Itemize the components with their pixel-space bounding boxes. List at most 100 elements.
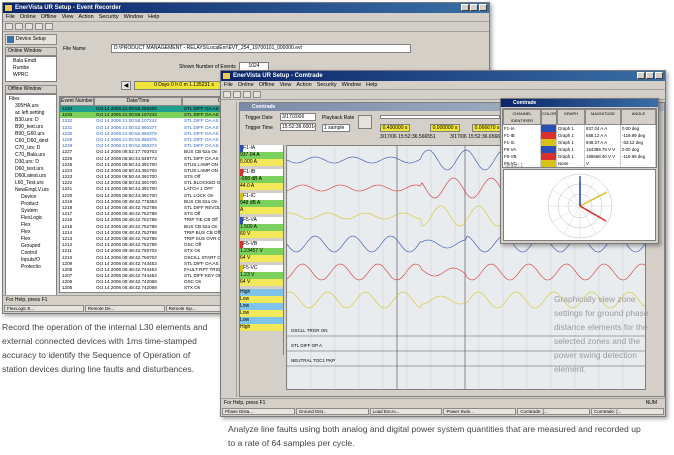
- menu-action[interactable]: Action: [78, 13, 93, 21]
- help-icon[interactable]: [45, 23, 53, 30]
- color-swatch: [541, 125, 557, 132]
- color-swatch: [541, 146, 557, 153]
- tree-item[interactable]: C60_D60_dest: [7, 138, 55, 145]
- menu-offline[interactable]: Offline: [259, 81, 275, 89]
- tree-item[interactable]: NewEmpLV.urs: [7, 187, 55, 194]
- menu-file[interactable]: File: [224, 81, 233, 89]
- tree-item[interactable]: Inputs/O: [7, 257, 55, 264]
- taskbar-button[interactable]: Power Swin...: [443, 408, 517, 415]
- menu-online[interactable]: Online: [20, 13, 36, 21]
- tree-item[interactable]: ac left setting: [7, 110, 55, 117]
- open-icon[interactable]: [233, 91, 241, 98]
- tree-item[interactable]: Bala Emdt: [7, 58, 55, 65]
- tree-item[interactable]: Rumbe: [7, 65, 55, 72]
- tree-item[interactable]: Protectio: [7, 264, 55, 271]
- taskbar-button[interactable]: Comtrade: [...: [517, 408, 591, 415]
- channel-group[interactable]: F5-VA 1.500 A 60 V: [240, 217, 283, 238]
- zoom-icon[interactable]: [358, 115, 372, 129]
- minimize-button[interactable]: [637, 72, 645, 79]
- phasor-titlebar[interactable]: Comtrade: [501, 99, 658, 107]
- save-icon[interactable]: [243, 91, 251, 98]
- menu-offline[interactable]: Offline: [41, 13, 57, 21]
- menu-view[interactable]: View: [280, 81, 292, 89]
- tree-item[interactable]: D60_test.urs: [7, 166, 55, 173]
- channel-group[interactable]: F1-IA 937.04 A 5.000 A: [240, 145, 283, 166]
- tree-item[interactable]: 305HA.urs: [7, 103, 55, 110]
- online-window-header: Online Window: [5, 47, 57, 56]
- table-row[interactable]: F5-VB Graph 1 189568.40 V V -119.99 deg: [503, 153, 656, 160]
- print-icon[interactable]: [253, 91, 261, 98]
- device-setup-button[interactable]: Device Setup: [5, 34, 57, 45]
- menu-file[interactable]: File: [6, 13, 15, 21]
- taskbar-button[interactable]: Phase Dista...: [222, 408, 295, 415]
- taskbar-button[interactable]: Comtrade: [...: [591, 408, 664, 415]
- tree-item[interactable]: L60_Test.urs: [7, 180, 55, 187]
- menu-view[interactable]: View: [62, 13, 74, 21]
- menu-window[interactable]: Window: [124, 13, 144, 21]
- timer-left-arrow-icon[interactable]: ◀: [121, 81, 131, 90]
- tree-item[interactable]: FlexLogic: [7, 215, 55, 222]
- comtrade-titlebar[interactable]: EnerVista UR Setup - Comtrade: [221, 71, 665, 81]
- tree-item[interactable]: C70_urs: D: [7, 145, 55, 152]
- new-icon[interactable]: [5, 23, 13, 30]
- table-row[interactable]: F5-VA Graph 1 164398.75 V V 0.00 deg: [503, 146, 656, 153]
- menu-help[interactable]: Help: [366, 81, 377, 89]
- close-button[interactable]: [655, 72, 663, 79]
- taskbar-button[interactable]: Ground Dist...: [295, 408, 369, 415]
- tree-item[interactable]: Product: [7, 201, 55, 208]
- window-title: EnerVista UR Setup - Comtrade: [233, 73, 323, 79]
- open-icon[interactable]: [15, 23, 23, 30]
- tree-item[interactable]: System: [7, 208, 55, 215]
- column-header[interactable]: Date/Time: [94, 97, 182, 106]
- menu-security[interactable]: Security: [99, 13, 119, 21]
- channel-group[interactable]: F5-VB 1.23457 V 64 V: [240, 241, 283, 262]
- column-header[interactable]: Event Number: [60, 97, 94, 106]
- menu-help[interactable]: Help: [148, 13, 159, 21]
- table-row[interactable]: F1-IC Graph 1 948.37 A A -63.12 deg: [503, 139, 656, 146]
- tree-item[interactable]: B90_test.urs: [7, 124, 55, 131]
- tree-item[interactable]: Control: [7, 250, 55, 257]
- table-cell: Graph 1: [557, 139, 585, 146]
- tree-item[interactable]: Grouped: [7, 243, 55, 250]
- maximize-button[interactable]: [646, 72, 654, 79]
- taskbar-button[interactable]: Load Encro...: [369, 408, 443, 415]
- digital-label: STL DIFF OP A: [291, 343, 322, 348]
- tree-item[interactable]: B90_G60.urs: [7, 131, 55, 138]
- tree-item[interactable]: Device: [7, 194, 55, 201]
- table-row[interactable]: F1-IB Graph 1 658.12 A A -119.99 deg: [503, 132, 656, 139]
- new-icon[interactable]: [223, 91, 231, 98]
- file-name-field[interactable]: D:\PRODUCT MANAGEMENT - RELAYS\LocalEnr\…: [111, 44, 411, 53]
- channel-group[interactable]: F1-IC 948 dB AA: [240, 193, 283, 214]
- save-icon[interactable]: [25, 23, 33, 30]
- menu-action[interactable]: Action: [296, 81, 311, 89]
- app-icon: [5, 5, 12, 11]
- minimize-button[interactable]: [461, 4, 469, 11]
- tree-item[interactable]: C70_Bala.urs: [7, 152, 55, 159]
- table-row[interactable]: F1-IA Graph 1 937.04 A A 0.00 deg: [503, 125, 656, 132]
- tree-item[interactable]: D30.urs: D: [7, 159, 55, 166]
- close-button[interactable]: [479, 4, 487, 11]
- tree-item[interactable]: Files: [7, 96, 55, 103]
- taskbar-button[interactable]: FlexLogic E...: [4, 305, 84, 312]
- channel-group[interactable]: F5-VC 1.23 V 64 V: [240, 265, 283, 286]
- maximize-button[interactable]: [470, 4, 478, 11]
- tree-item[interactable]: Flex: [7, 222, 55, 229]
- tree-item[interactable]: Flex: [7, 229, 55, 236]
- cursor2-time: 0.066670 s: [472, 124, 502, 132]
- event-recorder-titlebar[interactable]: EnerVista UR Setup - Event Recorder: [3, 3, 489, 13]
- menu-online[interactable]: Online: [238, 81, 254, 89]
- trigger-date-field[interactable]: 3/17/2006: [280, 113, 316, 121]
- trigger-time-field[interactable]: 15:52:36.600147: [280, 123, 316, 131]
- tree-item[interactable]: D60Latest.urs: [7, 173, 55, 180]
- tree-item[interactable]: Flex: [7, 236, 55, 243]
- menu-security[interactable]: Security: [317, 81, 337, 89]
- tree-item[interactable]: B30.urs: D: [7, 117, 55, 124]
- cursor-slider[interactable]: [380, 115, 500, 119]
- playback-rate-select[interactable]: 1 sample: [322, 124, 350, 132]
- menu-window[interactable]: Window: [342, 81, 362, 89]
- table-row[interactable]: F5-VC None V: [503, 160, 656, 167]
- tree-item[interactable]: WPRC: [7, 72, 55, 79]
- channel-group[interactable]: F1-IB -988 dB A 44.0 A: [240, 169, 283, 190]
- print-icon[interactable]: [35, 23, 43, 30]
- taskbar-button[interactable]: Remote De...: [84, 305, 165, 312]
